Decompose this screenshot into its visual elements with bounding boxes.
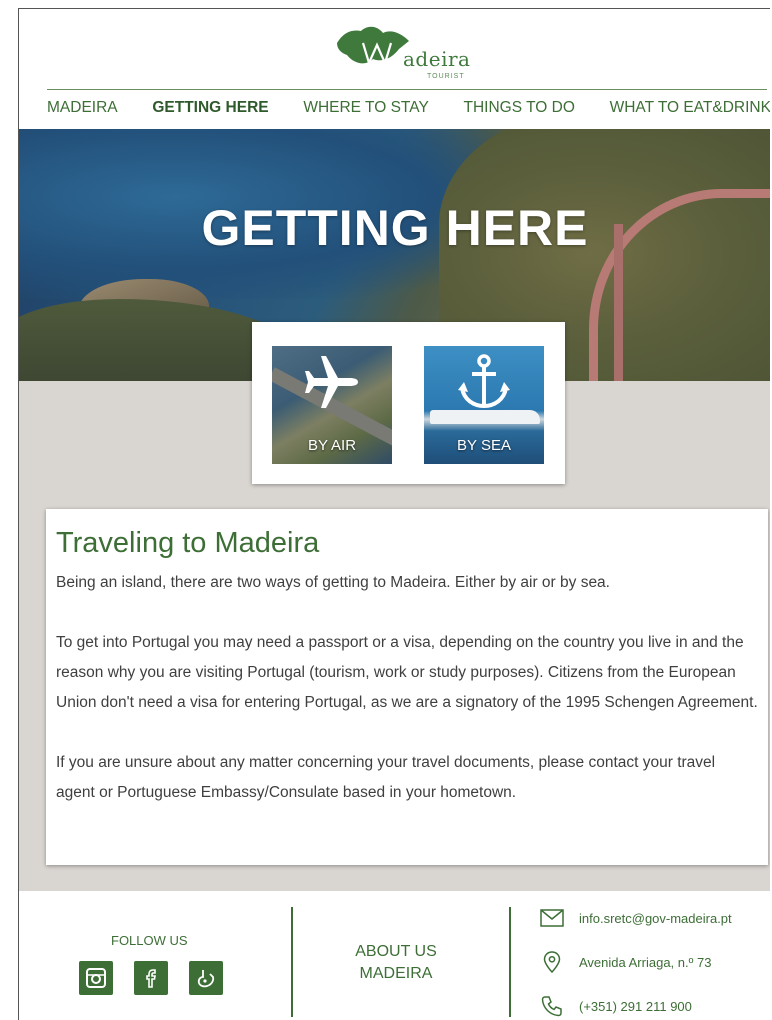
- anchor-icon: [424, 352, 544, 417]
- address-text: Avenida Arriaga, n.º 73: [579, 954, 712, 970]
- article-paragraph: To get into Portugal you may need a pass…: [56, 634, 758, 711]
- email-text: info.sretc@gov-madeira.pt: [579, 910, 732, 926]
- by-air-label: BY AIR: [307, 437, 357, 454]
- about-madeira-label: MADEIRA: [359, 965, 433, 982]
- nav-item-things-to-do[interactable]: THINGS TO DO: [464, 99, 575, 117]
- logo-subtitle: TOURIST: [427, 73, 465, 80]
- article-title: Traveling to Madeira: [56, 527, 320, 559]
- facebook-button[interactable]: [134, 961, 168, 995]
- phone-icon: [539, 995, 565, 1017]
- nav-divider: [47, 89, 767, 90]
- article-paragraph: Being an island, there are two ways of g…: [56, 574, 610, 591]
- article-paragraph: If you are unsure about any matter conce…: [56, 754, 716, 801]
- nav-item-where-to-stay[interactable]: WHERE TO STAY: [303, 99, 428, 117]
- mail-icon: [539, 907, 565, 929]
- tripadvisor-button[interactable]: [189, 961, 223, 995]
- nav-item-getting-here[interactable]: GETTING HERE: [152, 99, 268, 117]
- location-pin-icon: [539, 951, 565, 973]
- madeira-logo[interactable]: adeira TOURIST: [335, 23, 495, 85]
- by-air-option[interactable]: BY AIR: [272, 346, 392, 464]
- page-frame: adeira TOURIST MADEIRA GETTING HERE WHER…: [18, 8, 770, 1020]
- main-nav: MADEIRA GETTING HERE WHERE TO STAY THING…: [47, 99, 770, 117]
- phone-text: (+351) 291 211 900: [579, 998, 692, 1014]
- instagram-icon: [86, 968, 106, 988]
- page-title: GETTING HERE: [201, 200, 589, 256]
- facebook-icon: [146, 969, 156, 988]
- contact-phone[interactable]: (+351) 291 211 900: [539, 995, 692, 1017]
- contact-address: Avenida Arriaga, n.º 73: [539, 951, 711, 973]
- nav-item-what-to-eat-drink[interactable]: WHAT TO EAT&DRINK: [610, 99, 770, 117]
- footer-divider: [509, 907, 511, 1017]
- nav-item-madeira[interactable]: MADEIRA: [47, 99, 118, 117]
- logo-wordmark: adeira: [403, 47, 471, 71]
- tripadvisor-icon: [197, 970, 215, 988]
- by-sea-option[interactable]: BY SEA: [424, 346, 544, 464]
- about-us-link[interactable]: ABOUT US MADEIRA: [301, 941, 491, 985]
- footer-divider: [291, 907, 293, 1017]
- travel-options-panel: BY AIR BY SEA: [252, 322, 565, 484]
- by-sea-label: BY SEA: [457, 437, 511, 454]
- footer: FOLLOW US ABOUT US MADEIRA info.sretc@go…: [19, 891, 770, 1020]
- airplane-icon: [272, 352, 392, 417]
- about-us-label: ABOUT US: [355, 943, 437, 960]
- article-card: Traveling to Madeira Being an island, th…: [46, 509, 768, 865]
- instagram-button[interactable]: [79, 961, 113, 995]
- follow-us-label: FOLLOW US: [111, 933, 188, 948]
- contact-email[interactable]: info.sretc@gov-madeira.pt: [539, 907, 732, 929]
